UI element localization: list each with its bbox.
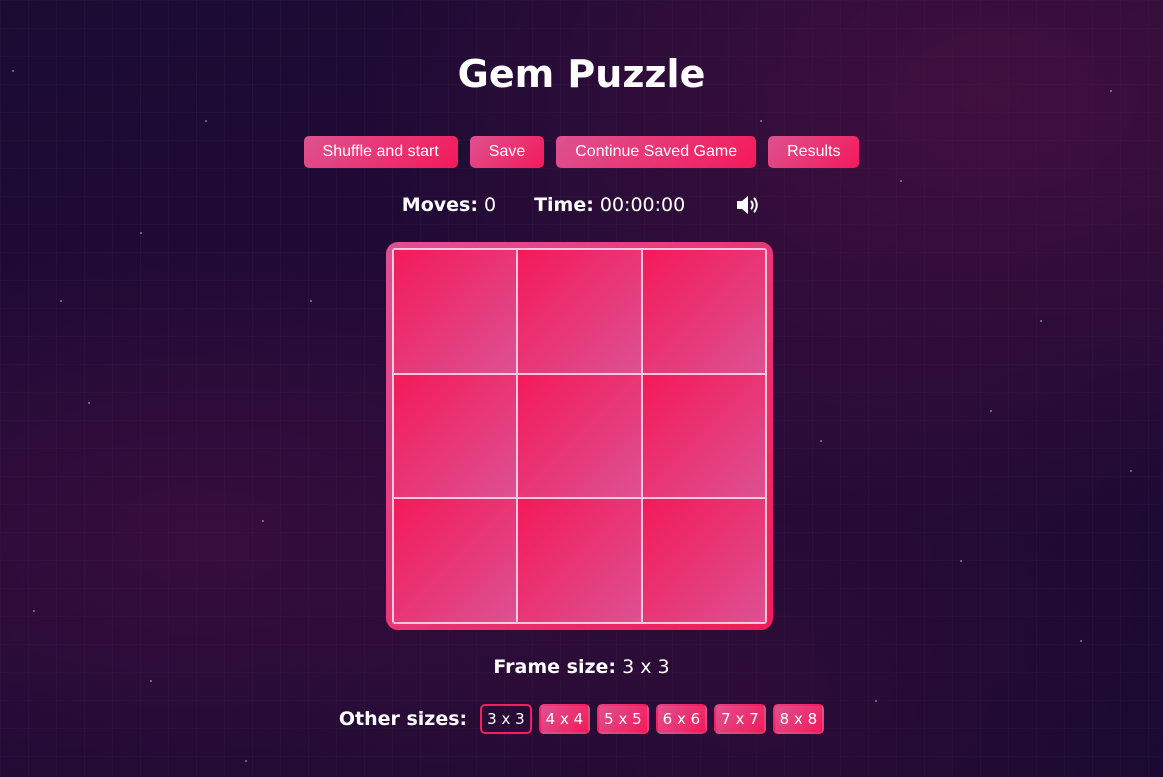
puzzle-tile[interactable] [517, 373, 642, 499]
moves-counter: Moves: 0 [402, 194, 496, 216]
puzzle-tile[interactable] [641, 498, 766, 623]
page-title: Gem Puzzle [457, 52, 706, 96]
puzzle-tile[interactable] [641, 249, 766, 374]
shuffle-and-start-button[interactable]: Shuffle and start [303, 136, 458, 168]
results-button[interactable]: Results [768, 136, 860, 168]
puzzle-tile[interactable] [517, 249, 642, 374]
puzzle-tile[interactable] [517, 498, 642, 623]
stats-bar: Moves: 0 Time: 00:00:00 [0, 192, 1163, 218]
size-option-6x6[interactable]: 6 x 6 [655, 704, 708, 734]
size-option-4x4[interactable]: 4 x 4 [538, 704, 591, 734]
time-value: 00:00:00 [599, 194, 686, 216]
puzzle-tile[interactable] [393, 373, 518, 499]
size-option-8x8[interactable]: 8 x 8 [772, 704, 825, 734]
speaker-volume-icon[interactable] [735, 193, 761, 217]
moves-label: Moves: [401, 194, 478, 216]
tile-grid [392, 248, 767, 624]
frame-size-label: Frame size: [493, 656, 617, 678]
save-button[interactable]: Save [469, 136, 545, 168]
frame-size-value: 3 x 3 [622, 656, 670, 678]
puzzle-board [386, 242, 773, 630]
size-option-7x7[interactable]: 7 x 7 [714, 704, 766, 734]
frame-size: Frame size: 3 x 3 [0, 655, 1163, 679]
other-sizes: Other sizes: 3 x 34 x 45 x 56 x 67 x 78 … [0, 704, 1163, 734]
puzzle-tile[interactable] [641, 373, 766, 499]
puzzle-tile[interactable] [393, 498, 518, 623]
continue-saved-game-button[interactable]: Continue Saved Game [556, 136, 757, 168]
other-sizes-label: Other sizes: [338, 708, 468, 730]
time-counter: Time: 00:00:00 [534, 194, 685, 216]
size-option-5x5[interactable]: 5 x 5 [597, 704, 649, 734]
size-option-3x3[interactable]: 3 x 3 [480, 704, 532, 734]
moves-value: 0 [483, 194, 497, 216]
time-label: Time: [534, 194, 594, 216]
puzzle-tile[interactable] [393, 249, 518, 374]
toolbar: Shuffle and start Save Continue Saved Ga… [0, 136, 1163, 168]
